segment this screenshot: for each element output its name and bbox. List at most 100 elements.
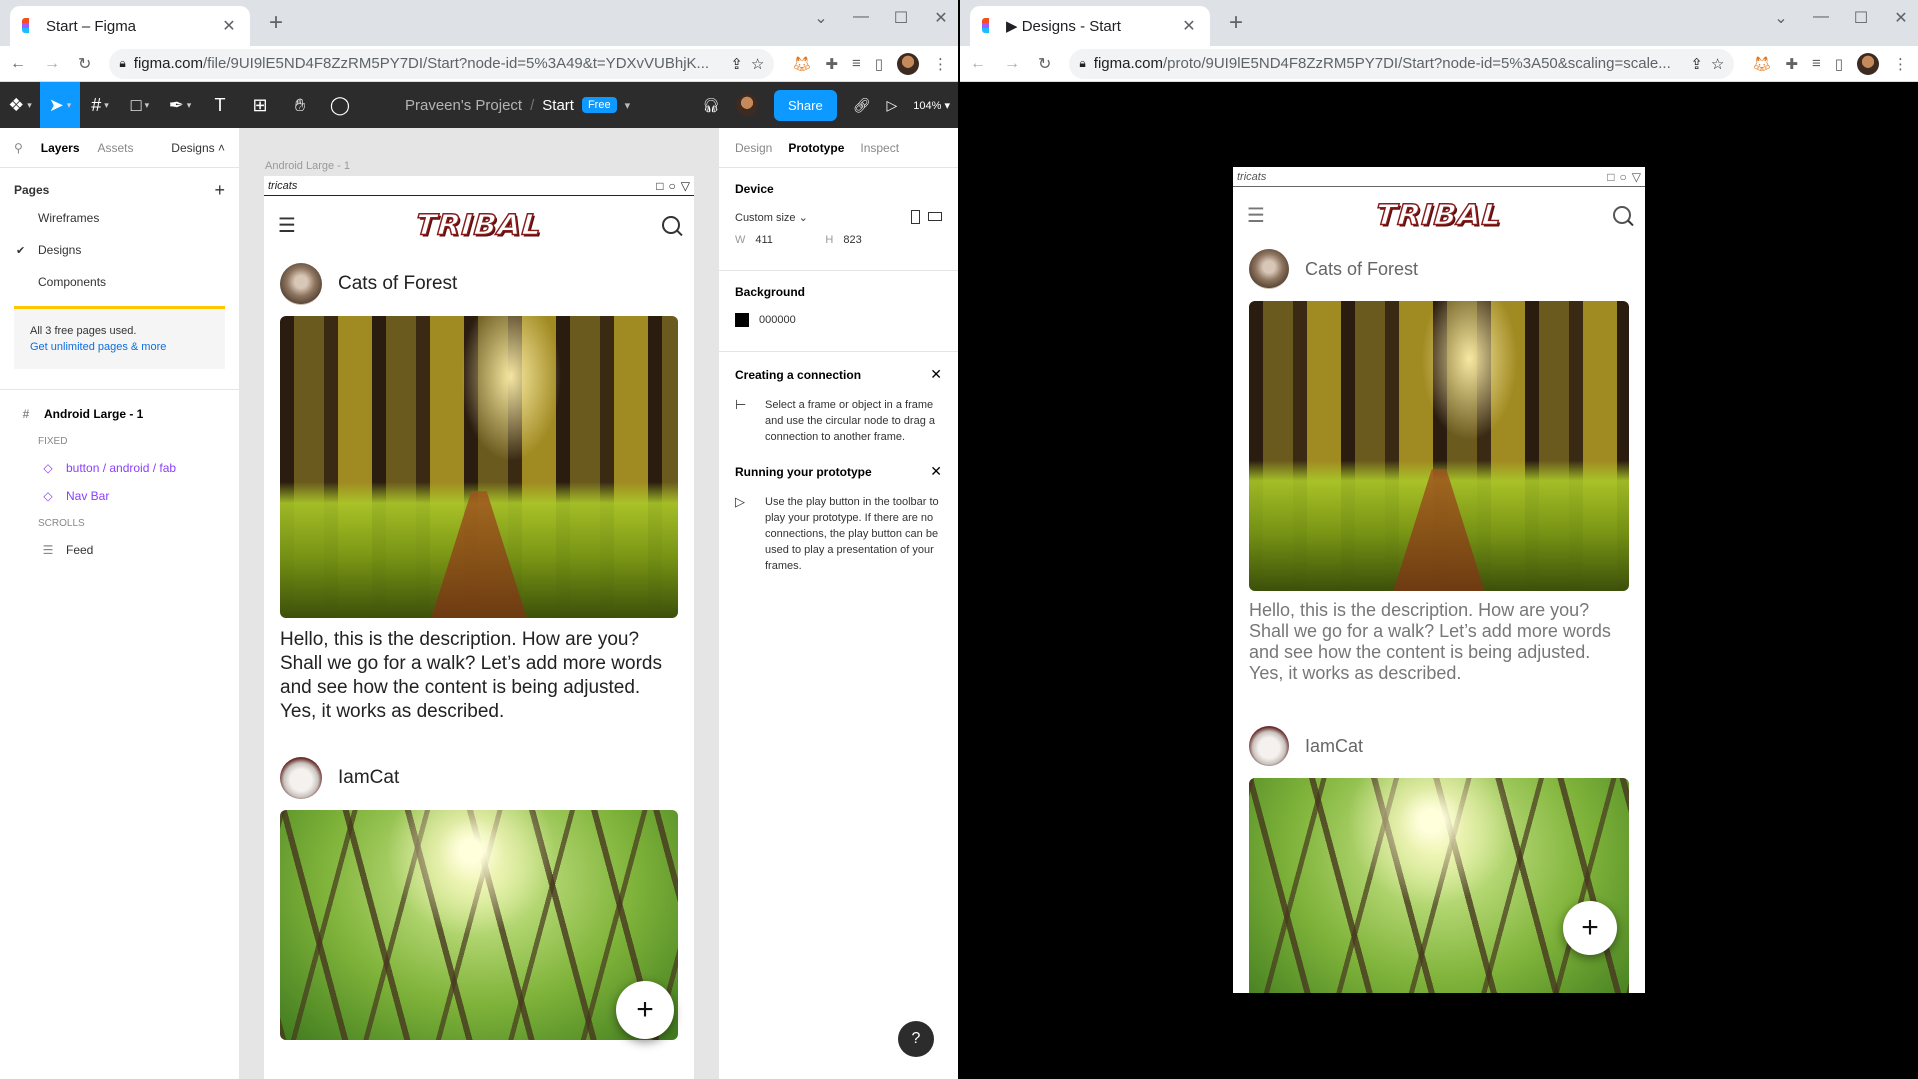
browser-tab[interactable]: Start – Figma ✕ <box>10 6 250 46</box>
browser-tab[interactable]: ▶ Designs - Start ✕ <box>970 6 1210 46</box>
file-menu-chevron-icon[interactable]: ▾ <box>625 99 631 112</box>
audio-headphones-icon[interactable]: 🎧︎ <box>702 97 720 114</box>
portrait-icon[interactable] <box>911 210 920 224</box>
height-field[interactable]: 823 <box>843 234 861 246</box>
close-window-icon[interactable]: ✕ <box>932 8 950 28</box>
fab-add-button[interactable]: + <box>1563 901 1617 955</box>
present-play-icon[interactable]: ▷ <box>887 97 898 114</box>
tab-close-icon[interactable]: ✕ <box>1180 16 1198 36</box>
zoom-dropdown[interactable]: 104% ▾ <box>913 99 950 112</box>
close-tip-icon[interactable]: ✕ <box>930 366 942 383</box>
side-panel-icon[interactable]: ▯ <box>875 55 883 73</box>
figma-favicon-icon <box>982 18 996 34</box>
new-tab-icon[interactable]: + <box>262 10 290 38</box>
layer-navbar-component[interactable]: ◇ Nav Bar <box>0 482 239 510</box>
page-dropdown[interactable]: Designs ˄ <box>171 141 225 155</box>
shape-tool-icon[interactable]: □ ▾ <box>120 82 160 128</box>
avatar[interactable] <box>280 263 322 305</box>
browser-menu-icon[interactable]: ⋮ <box>1893 55 1908 73</box>
pen-tool-icon[interactable]: ✒ ▾ <box>160 82 200 128</box>
comment-tool-icon[interactable]: ◯ <box>320 82 360 128</box>
omnibox[interactable]: 🔒︎ figma.com/proto/9UI9lE5ND4F8ZzRM5PY7D… <box>1069 48 1735 79</box>
tab-layers[interactable]: Layers <box>41 141 80 155</box>
close-window-icon[interactable]: ✕ <box>1892 8 1910 28</box>
tab-design[interactable]: Design <box>735 141 772 155</box>
fab-add-button[interactable]: + <box>616 981 674 1039</box>
design-canvas[interactable]: Android Large - 1 tricats □ ○ ▽ ☰ TRIBAL C… <box>240 128 718 1079</box>
layer-feed[interactable]: ☰ Feed <box>0 536 239 564</box>
tab-close-icon[interactable]: ✕ <box>220 16 238 36</box>
back-icon[interactable]: ← <box>970 55 986 73</box>
project-name[interactable]: Praveen's Project <box>405 97 522 114</box>
tab-title: ▶ Designs - Start <box>1006 18 1121 35</box>
side-panel-icon[interactable]: ▯ <box>1835 55 1843 73</box>
text-tool-icon[interactable]: T <box>200 82 240 128</box>
extensions-puzzle-icon[interactable]: ✚ <box>825 55 838 73</box>
extensions-puzzle-icon[interactable]: ✚ <box>1785 55 1798 73</box>
avatar[interactable] <box>1249 726 1289 766</box>
frame-tool-icon[interactable]: # ▾ <box>80 82 120 128</box>
android-frame[interactable]: tricats □ ○ ▽ ☰ TRIBAL Cats of Forest Hell… <box>264 176 694 1079</box>
move-tool-icon[interactable]: ➤ ▾ <box>40 82 80 128</box>
page-item-wireframes[interactable]: Wireframes <box>14 202 225 234</box>
share-page-icon[interactable]: ⇪ <box>1690 55 1703 73</box>
reload-icon[interactable]: ↻ <box>78 54 91 74</box>
bookmark-star-icon[interactable]: ☆ <box>751 55 764 73</box>
tab-prototype[interactable]: Prototype <box>788 141 844 155</box>
minimize-icon[interactable]: — <box>1812 8 1830 28</box>
address-bar: ← → ↻ 🔒︎ figma.com/proto/9UI9lE5ND4F8ZzR… <box>960 46 1918 82</box>
background-hex-field[interactable]: 000000 <box>759 314 796 326</box>
reading-list-icon[interactable]: ≡ <box>1812 55 1821 72</box>
add-page-icon[interactable]: + <box>214 180 225 201</box>
share-button[interactable]: Share <box>774 89 837 121</box>
avatar[interactable] <box>280 757 322 799</box>
file-name[interactable]: Start <box>542 97 574 114</box>
landscape-icon[interactable] <box>928 212 942 221</box>
upgrade-link[interactable]: Get unlimited pages & more <box>30 341 166 353</box>
profile-avatar[interactable] <box>1857 52 1879 75</box>
prototype-frame[interactable]: tricats □ ○ ▽ ☰ TRIBAL Cats of Forest Hell… <box>1233 167 1645 993</box>
maximize-icon[interactable]: ☐ <box>892 8 910 28</box>
canvas-frame-label[interactable]: Android Large - 1 <box>265 160 350 172</box>
tab-search-icon[interactable]: ⌄ <box>1772 8 1790 28</box>
page-item-designs[interactable]: ✔ Designs <box>14 234 225 266</box>
hand-tool-icon[interactable]: ✋︎ <box>280 82 320 128</box>
copy-link-icon[interactable]: 🔗︎ <box>853 97 871 114</box>
bookmark-star-icon[interactable]: ☆ <box>1711 55 1724 73</box>
browser-menu-icon[interactable]: ⋮ <box>933 55 948 73</box>
tab-search-icon[interactable]: ⌄ <box>812 8 830 28</box>
search-icon[interactable] <box>662 216 680 234</box>
page-item-components[interactable]: Components <box>14 266 225 298</box>
tab-inspect[interactable]: Inspect <box>860 141 899 155</box>
hamburger-menu-icon[interactable]: ☰ <box>278 213 296 238</box>
layer-fab-component[interactable]: ◇ button / android / fab <box>0 454 239 482</box>
forward-icon[interactable]: → <box>44 55 60 73</box>
help-button[interactable]: ? <box>898 1021 934 1057</box>
forward-icon[interactable]: → <box>1004 55 1020 73</box>
omnibox[interactable]: 🔒︎ figma.com/file/9UI9lE5ND4F8ZzRM5PY7DI… <box>109 48 775 79</box>
metamask-fox-icon[interactable]: 🦊︎ <box>792 55 811 73</box>
figma-main-menu-icon[interactable]: ❖ ▾ <box>0 82 40 128</box>
layer-frame[interactable]: # Android Large - 1 <box>0 400 239 428</box>
minimize-icon[interactable]: — <box>852 8 870 28</box>
device-size-dropdown[interactable]: Custom size ⌄ <box>735 211 808 224</box>
back-icon[interactable]: ← <box>10 55 26 73</box>
share-page-icon[interactable]: ⇪ <box>730 55 743 73</box>
metamask-fox-icon[interactable]: 🦊︎ <box>1752 55 1771 73</box>
width-field[interactable]: 411 <box>755 234 815 246</box>
home-circle-icon: ○ <box>668 178 676 193</box>
hamburger-menu-icon[interactable]: ☰ <box>1247 203 1265 228</box>
collaborator-avatar[interactable] <box>736 94 759 116</box>
avatar[interactable] <box>1249 249 1289 289</box>
new-tab-icon[interactable]: + <box>1222 10 1250 38</box>
tab-assets[interactable]: Assets <box>98 141 134 155</box>
search-icon[interactable] <box>1613 206 1631 224</box>
resources-icon[interactable]: ⊞ <box>240 82 280 128</box>
reload-icon[interactable]: ↻ <box>1038 54 1051 74</box>
maximize-icon[interactable]: ☐ <box>1852 8 1870 28</box>
profile-avatar[interactable] <box>897 52 919 75</box>
reading-list-icon[interactable]: ≡ <box>852 55 861 72</box>
background-swatch[interactable] <box>735 313 749 327</box>
close-tip-icon[interactable]: ✕ <box>930 463 942 480</box>
search-layers-icon[interactable]: ⚲ <box>14 141 23 155</box>
